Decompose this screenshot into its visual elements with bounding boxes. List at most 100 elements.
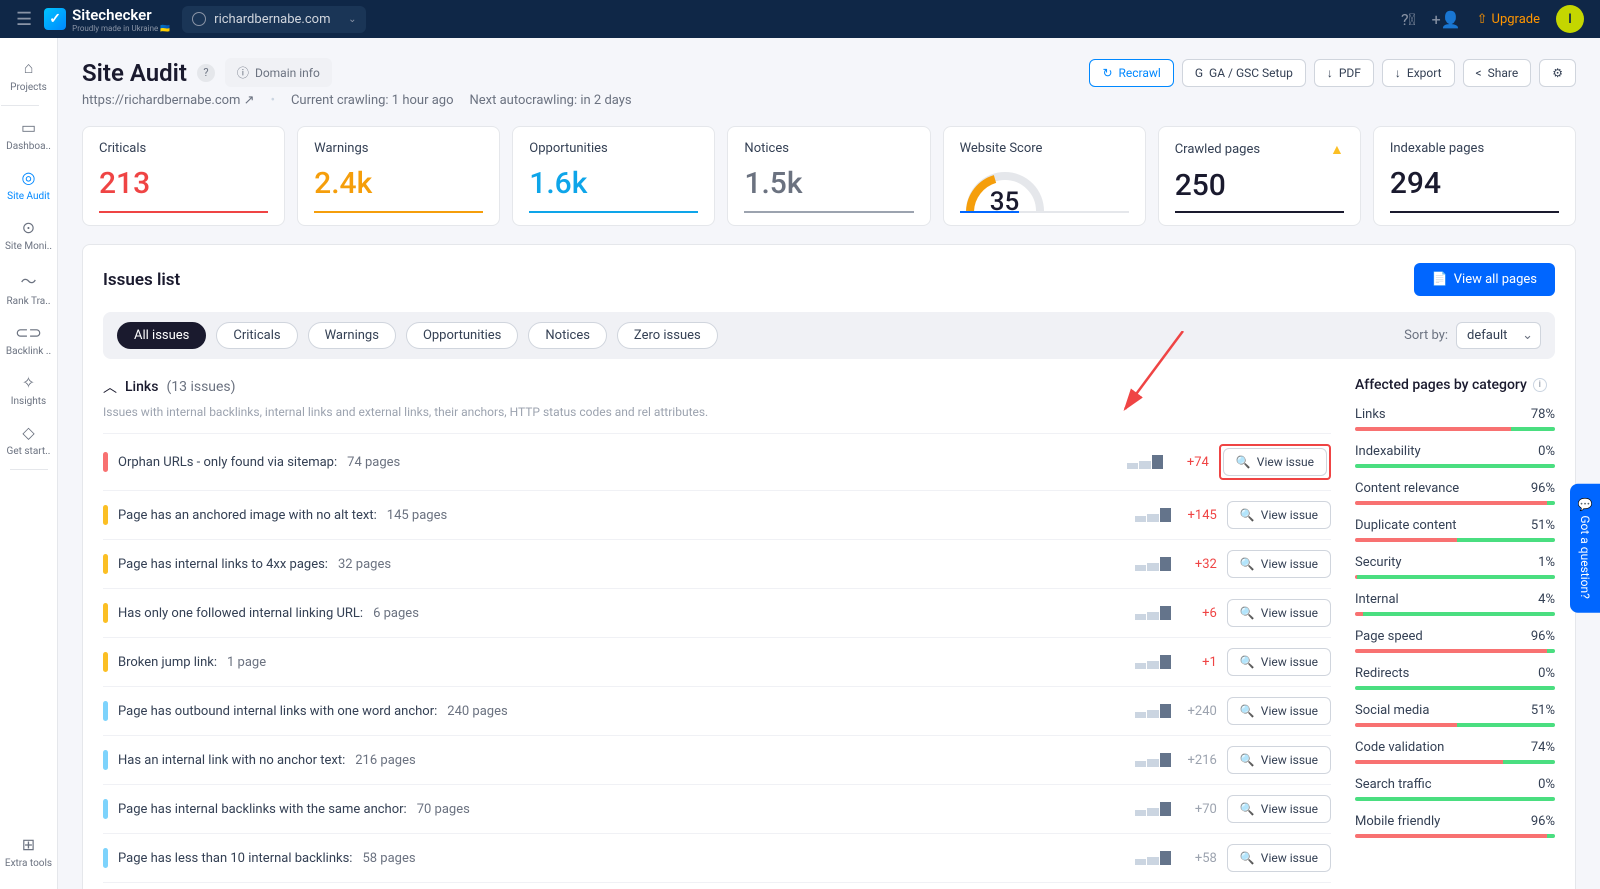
issue-row: Page has internal links to 4xx pages: 32 … bbox=[103, 539, 1331, 588]
menu-icon[interactable]: ☰ bbox=[16, 9, 32, 30]
sidebar-extra-tools[interactable]: ⊞ Extra tools bbox=[0, 827, 57, 877]
issue-row: Page has an anchored image with no alt t… bbox=[103, 490, 1331, 539]
stat-crawled[interactable]: Crawled pages▲250 bbox=[1158, 126, 1361, 226]
domain-info-button[interactable]: ⓘDomain info bbox=[225, 58, 332, 87]
section-toggle[interactable]: ︿ Links (13 issues) bbox=[103, 377, 1331, 397]
affected-category[interactable]: Redirects0% bbox=[1355, 666, 1555, 690]
brand-name: Sitechecker bbox=[72, 6, 170, 24]
stat-opportunities[interactable]: Opportunities1.6k bbox=[512, 126, 715, 226]
sidebar-icon: 〜 bbox=[20, 268, 36, 292]
stat-warnings[interactable]: Warnings2.4k bbox=[297, 126, 500, 226]
view-issue-button[interactable]: 🔍View issue bbox=[1227, 746, 1331, 774]
sidebar: ⌂Projects ▭Dashboa..◎Site Audit⊙Site Moni… bbox=[0, 38, 58, 889]
sidebar-icon: ⊙ bbox=[22, 218, 35, 237]
affected-category[interactable]: Security1% bbox=[1355, 555, 1555, 579]
crawl-next: Next autocrawling: in 2 days bbox=[470, 93, 632, 108]
help-circle-icon[interactable]: ? bbox=[197, 64, 215, 82]
sidebar-item-projects[interactable]: ⌂Projects bbox=[1, 50, 56, 101]
question-tab[interactable]: 💬 Got a question? bbox=[1570, 483, 1600, 612]
filter-pill-criticals[interactable]: Criticals bbox=[216, 322, 297, 349]
filter-pill-zero-issues[interactable]: Zero issues bbox=[617, 322, 718, 349]
view-issue-button[interactable]: 🔍View issue bbox=[1227, 648, 1331, 676]
severity-indicator bbox=[103, 799, 108, 819]
sidebar-icon: ▭ bbox=[21, 118, 36, 137]
issue-text: Page has outbound internal links with on… bbox=[118, 704, 437, 719]
severity-indicator bbox=[103, 848, 108, 868]
sidebar-item-rank-tra-[interactable]: 〜Rank Tra.. bbox=[1, 260, 56, 315]
view-issue-button[interactable]: 🔍View issue bbox=[1227, 550, 1331, 578]
share-button[interactable]: <Share bbox=[1463, 59, 1532, 87]
sidebar-item-dashboa-[interactable]: ▭Dashboa.. bbox=[1, 110, 56, 160]
upgrade-link[interactable]: ⇧Upgrade bbox=[1477, 12, 1540, 27]
progress-bar bbox=[1355, 797, 1555, 801]
stat-criticals[interactable]: Criticals213 bbox=[82, 126, 285, 226]
ga-gsc-button[interactable]: GGA / GSC Setup bbox=[1182, 59, 1306, 87]
filter-pill-all-issues[interactable]: All issues bbox=[117, 322, 206, 349]
view-issue-button[interactable]: 🔍View issue bbox=[1223, 448, 1327, 476]
issue-pages: 216 pages bbox=[355, 753, 415, 768]
sort-select[interactable]: default bbox=[1456, 322, 1541, 349]
affected-category[interactable]: Page speed96% bbox=[1355, 629, 1555, 653]
sidebar-item-backlink-[interactable]: ⊂⊃Backlink .. bbox=[1, 315, 56, 365]
export-button[interactable]: ↓Export bbox=[1382, 59, 1455, 87]
affected-category[interactable]: Duplicate content51% bbox=[1355, 518, 1555, 542]
affected-category[interactable]: Content relevance96% bbox=[1355, 481, 1555, 505]
sparkline bbox=[1127, 455, 1163, 469]
affected-category[interactable]: Links78% bbox=[1355, 407, 1555, 431]
recrawl-button[interactable]: ↻Recrawl bbox=[1089, 59, 1173, 87]
view-issue-button[interactable]: 🔍View issue bbox=[1227, 501, 1331, 529]
view-issue-button[interactable]: 🔍View issue bbox=[1227, 844, 1331, 872]
warning-icon: ▲ bbox=[1330, 141, 1344, 158]
add-user-icon[interactable]: +👤 bbox=[1432, 10, 1461, 29]
view-issue-button[interactable]: 🔍View issue bbox=[1227, 599, 1331, 627]
info-icon[interactable]: i bbox=[1533, 378, 1547, 392]
filter-pill-warnings[interactable]: Warnings bbox=[308, 322, 396, 349]
sparkline bbox=[1135, 655, 1171, 669]
pdf-button[interactable]: ↓PDF bbox=[1314, 59, 1374, 87]
upgrade-icon: ⇧ bbox=[1477, 12, 1488, 27]
delta-value: +240 bbox=[1181, 704, 1217, 719]
affected-category[interactable]: Code validation74% bbox=[1355, 740, 1555, 764]
affected-category[interactable]: Search traffic0% bbox=[1355, 777, 1555, 801]
share-icon: < bbox=[1476, 66, 1482, 80]
stat-notices[interactable]: Notices1.5k bbox=[727, 126, 930, 226]
affected-category[interactable]: Social media51% bbox=[1355, 703, 1555, 727]
issue-text: Page has an anchored image with no alt t… bbox=[118, 508, 377, 523]
search-icon: 🔍 bbox=[1240, 606, 1255, 620]
progress-bar bbox=[1355, 538, 1555, 542]
delta-value: +74 bbox=[1173, 455, 1209, 470]
chevron-up-icon: ︿ bbox=[103, 377, 117, 397]
help-icon[interactable]: ?⃝ bbox=[1401, 10, 1416, 29]
delta-value: +145 bbox=[1181, 508, 1217, 523]
crawl-current: Current crawling: 1 hour ago bbox=[291, 93, 454, 108]
sidebar-item-site-audit[interactable]: ◎Site Audit bbox=[1, 160, 56, 210]
sparkline bbox=[1135, 557, 1171, 571]
severity-indicator bbox=[103, 652, 108, 672]
progress-bar bbox=[1355, 760, 1555, 764]
sidebar-item-site-moni-[interactable]: ⊙Site Moni.. bbox=[1, 210, 56, 260]
issues-list: ︿ Links (13 issues) Issues with internal… bbox=[103, 377, 1331, 889]
filter-pill-notices[interactable]: Notices bbox=[528, 322, 607, 349]
issue-row: Page has internal backlinks with the sam… bbox=[103, 784, 1331, 833]
issue-pages: 32 pages bbox=[338, 557, 391, 572]
filter-pill-opportunities[interactable]: Opportunities bbox=[406, 322, 518, 349]
settings-button[interactable]: ⚙ bbox=[1539, 59, 1576, 87]
site-url[interactable]: https://richardbernabe.com ↗ bbox=[82, 93, 255, 108]
filter-bar: All issues Criticals Warnings Opportunities… bbox=[103, 312, 1555, 359]
sidebar-item-insights[interactable]: ✧Insights bbox=[1, 365, 56, 415]
view-issue-button[interactable]: 🔍View issue bbox=[1227, 697, 1331, 725]
affected-category[interactable]: Indexability0% bbox=[1355, 444, 1555, 468]
affected-category[interactable]: Mobile friendly96% bbox=[1355, 814, 1555, 838]
sidebar-item-get-start-[interactable]: ◇Get start.. bbox=[1, 415, 56, 465]
avatar[interactable]: I bbox=[1556, 5, 1584, 33]
stat-score[interactable]: Website Score 35 bbox=[943, 126, 1146, 226]
logo[interactable]: ✓ Sitechecker Proudly made in Ukraine 🇺🇦 bbox=[44, 6, 170, 33]
affected-category[interactable]: Internal4% bbox=[1355, 592, 1555, 616]
domain-selector[interactable]: richardbernabe.com ⌄ bbox=[182, 6, 366, 33]
view-issue-button[interactable]: 🔍View issue bbox=[1227, 795, 1331, 823]
issue-pages: 70 pages bbox=[417, 802, 470, 817]
stat-indexable[interactable]: Indexable pages294 bbox=[1373, 126, 1576, 226]
issue-row: Has an internal link with no anchor text… bbox=[103, 735, 1331, 784]
view-all-pages-button[interactable]: 📄View all pages bbox=[1414, 263, 1555, 296]
issue-text: Page has internal links to 4xx pages: bbox=[118, 557, 328, 572]
